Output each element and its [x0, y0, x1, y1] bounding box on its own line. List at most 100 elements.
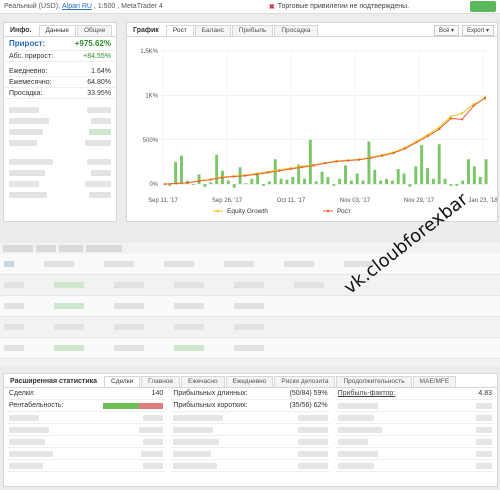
tab-main[interactable]: Главное: [141, 376, 181, 387]
data-point: [209, 178, 212, 181]
action-button[interactable]: [469, 1, 496, 12]
tab-trades[interactable]: Сделки: [104, 376, 141, 387]
long-value: (50/84) 59%: [289, 390, 328, 397]
bar: [467, 159, 470, 185]
bar: [396, 169, 400, 185]
growth-label: Прирост:: [9, 39, 46, 48]
export-button[interactable]: Export ▾: [461, 25, 494, 36]
data-point: [163, 183, 167, 186]
trades-row: Сделки: 140: [7, 388, 166, 400]
short-label: Прибыльных коротких:: [173, 402, 248, 409]
x-tick-label: Nov 03, '17: [340, 198, 371, 204]
bar: [455, 184, 459, 186]
monthly-row: Ежемесячно: 64.80%: [4, 77, 116, 88]
daily-row: Ежедневно: 1.64%: [4, 66, 116, 77]
bar: [344, 165, 347, 185]
blurred-row: [171, 460, 330, 472]
profit-factor-row: Прибыль-фактор: 4.83: [335, 388, 494, 400]
tab-growth[interactable]: Рост: [165, 25, 194, 36]
chart-title: График: [133, 27, 159, 34]
blurred-row: [9, 192, 111, 201]
blurred-row: [335, 412, 494, 424]
growth-row: Прирост: +975.62%: [4, 37, 116, 51]
bar: [314, 181, 318, 185]
data-point: [461, 118, 464, 121]
bar: [443, 178, 447, 185]
profitability-bar: [103, 402, 164, 409]
blurred-row: [9, 118, 111, 127]
table-row: [0, 338, 500, 359]
bar: [320, 171, 324, 185]
bar: [478, 177, 482, 185]
tab-duration[interactable]: Продолжительность: [336, 376, 412, 387]
info-tabs: Инфо. Данные Общие: [4, 23, 116, 37]
table-row: [0, 317, 500, 338]
data-point: [335, 160, 338, 163]
privileges-warning: ✖ Торговые привилегии не подтверждены.: [269, 3, 409, 11]
blurred-row: [7, 448, 166, 460]
table-header: [0, 243, 500, 254]
data-point: [323, 162, 327, 165]
bar: [250, 178, 254, 185]
info-title: Инфо.: [10, 27, 32, 34]
x-tick-label: Oct 11, '17: [277, 198, 306, 204]
broker-link[interactable]: Alpari RU: [62, 3, 92, 10]
data-point: [198, 179, 201, 183]
bar: [291, 177, 295, 185]
long-row: Прибыльных длинных: (50/84) 59%: [171, 388, 330, 400]
account-header: Реальный (USD), Alpari RU , 1:500 , Meta…: [0, 0, 500, 14]
bar: [367, 141, 371, 185]
bar: [203, 184, 207, 187]
tab-mae-mfe[interactable]: MAE/MFE: [412, 376, 457, 387]
monthly-value: 64.80%: [87, 78, 111, 86]
bar: [408, 184, 412, 187]
y-tick-label: 500%: [143, 138, 159, 144]
trades-value: 140: [151, 390, 164, 397]
bar: [414, 166, 418, 185]
tab-profit[interactable]: Прибыль: [231, 25, 274, 36]
data-point: [175, 182, 178, 185]
tab-hourly[interactable]: Ежечасно: [181, 376, 225, 387]
chevron-down-icon: ▾: [485, 28, 489, 34]
range-select[interactable]: Всё ▾: [433, 25, 459, 36]
data-point: [243, 174, 247, 177]
series-line: [164, 97, 486, 185]
bar: [355, 173, 359, 185]
bar: [379, 180, 383, 185]
data-point: [289, 167, 292, 171]
blurred-row: [335, 436, 494, 448]
chevron-down-icon: ▾: [450, 28, 454, 34]
tab-daily[interactable]: Ежедневно: [225, 376, 274, 387]
data-point: [221, 176, 224, 179]
data-point: [278, 169, 281, 172]
trades-label: Сделки:: [9, 390, 35, 397]
blurred-row: [335, 400, 494, 412]
tab-drawdown[interactable]: Просадка: [274, 25, 318, 36]
table-row: [0, 296, 500, 317]
tab-balance[interactable]: Баланс: [194, 25, 231, 36]
account-info: Реальный (USD), Alpari RU , 1:500 , Meta…: [4, 3, 163, 10]
blurred-row: [7, 460, 166, 472]
y-tick-label: 1.5K%: [140, 49, 158, 55]
bar: [349, 180, 353, 185]
data-point: [369, 156, 372, 160]
x-tick-label: Sep 11, '17: [148, 198, 178, 204]
bar: [209, 182, 213, 185]
warning-text: Торговые привилегии не подтверждены.: [277, 3, 410, 10]
x-tick-label: Jan 23, '18: [468, 198, 497, 204]
profit-factor-value: 4.83: [478, 390, 492, 397]
tab-data[interactable]: Данные: [38, 25, 76, 36]
abs-growth-label: Абс. прирост:: [9, 52, 54, 60]
tab-general[interactable]: Общие: [77, 25, 113, 36]
bar: [431, 178, 435, 185]
chart-panel: График Рост Баланс Прибыль Просадка Всё …: [126, 22, 498, 222]
bar: [174, 161, 178, 185]
bar: [437, 144, 441, 185]
tab-deposit-risk[interactable]: Риски депозита: [274, 376, 336, 387]
data-point: [403, 147, 407, 150]
monthly-label: Ежемесячно:: [9, 78, 52, 86]
bar: [285, 179, 289, 185]
ext-tabs: Расширенная статистика Сделки Главное Еж…: [4, 374, 497, 388]
profit-factor-label[interactable]: Прибыль-фактор:: [338, 390, 396, 397]
growth-chart: 0% 500% 1K% 1.5K% Sep 11, '17 Sep 26, '17 Oct …: [140, 49, 497, 215]
